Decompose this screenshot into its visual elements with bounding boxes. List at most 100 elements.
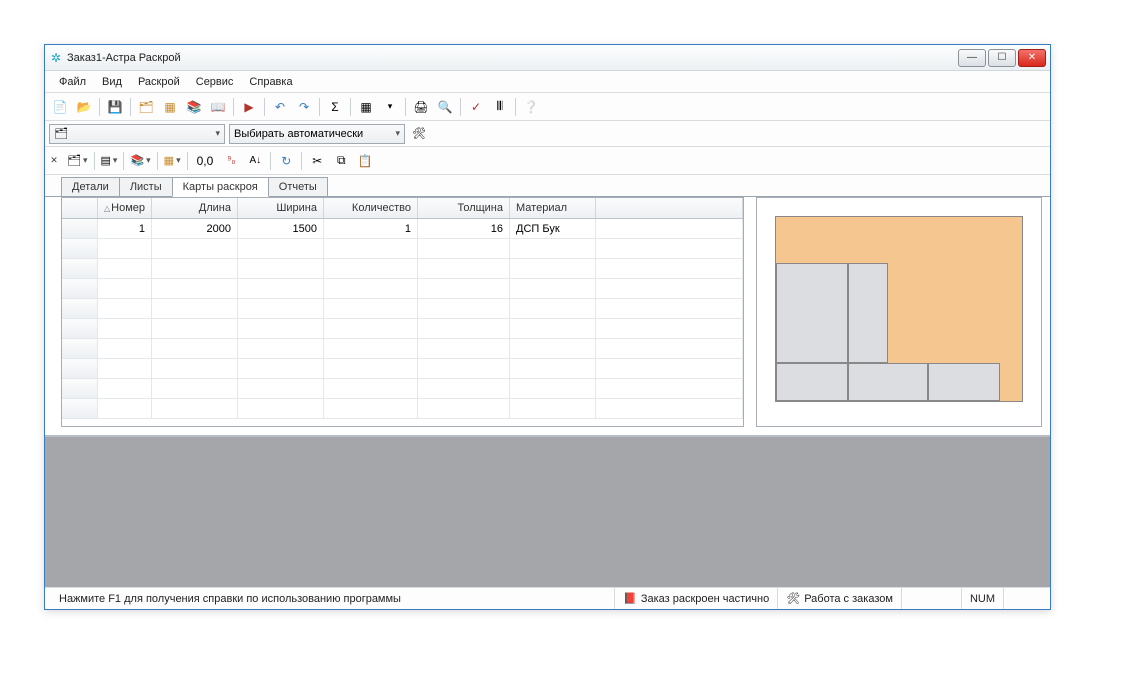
app-icon: ✲ <box>49 51 63 65</box>
tabs: Детали Листы Карты раскроя Отчеты <box>45 175 1050 197</box>
sort-az-icon[interactable]: A↓ <box>244 150 266 172</box>
table-row-empty <box>62 339 743 359</box>
menubar: Файл Вид Раскрой Сервис Справка <box>45 71 1050 93</box>
save-icon[interactable]: 💾 <box>104 96 126 118</box>
copy-icon[interactable]: ⧉ <box>330 150 352 172</box>
open-icon[interactable]: 📂 <box>73 96 95 118</box>
table-row-empty <box>62 299 743 319</box>
menu-file[interactable]: Файл <box>51 76 94 88</box>
piece <box>928 363 1000 401</box>
book-icon[interactable]: 📖 <box>207 96 229 118</box>
align-icon[interactable]: ▤▾ <box>99 150 120 172</box>
table-row-empty <box>62 399 743 419</box>
menu-view[interactable]: Вид <box>94 76 130 88</box>
layout-icon[interactable]: ▦ <box>355 96 377 118</box>
piece <box>776 363 848 401</box>
cut-preview <box>756 197 1042 427</box>
col-rest <box>596 198 743 218</box>
grid: △Номер Длина Ширина Количество Толщина М… <box>61 197 744 427</box>
table-row[interactable]: 1 2000 1500 1 16 ДСП Бук <box>62 219 743 239</box>
cell-mat: ДСП Бук <box>510 219 596 238</box>
select-toolbar: 🗂 ▾ Выбирать автоматически ▾ 🛠 <box>45 121 1050 147</box>
menu-service[interactable]: Сервис <box>188 76 242 88</box>
bars-icon[interactable]: 𝄃𝄃 <box>489 96 511 118</box>
menu-help[interactable]: Справка <box>241 76 300 88</box>
piece <box>848 363 928 401</box>
books-icon[interactable]: 📚 <box>183 96 205 118</box>
minimize-button[interactable]: — <box>958 49 986 67</box>
col-wid[interactable]: Ширина <box>238 198 324 218</box>
decimal-icon[interactable]: ⁹₀ <box>220 150 242 172</box>
table-row-empty <box>62 359 743 379</box>
col-mat[interactable]: Материал <box>510 198 596 218</box>
material-combo[interactable]: 🗂 ▾ <box>49 124 225 144</box>
layout-arrow-icon[interactable]: ▾ <box>379 96 401 118</box>
print-icon[interactable]: 🖨 <box>410 96 432 118</box>
cell-wid: 1500 <box>238 219 324 238</box>
status-num: NUM <box>962 588 1004 609</box>
tab-reports[interactable]: Отчеты <box>268 177 328 197</box>
status-partial: 📕 Заказ раскроен частично <box>615 588 778 609</box>
grid-rows: 1 2000 1500 1 16 ДСП Бук <box>62 219 743 419</box>
titlebar: ✲ Заказ1-Астра Раскрой — ☐ ✕ <box>45 45 1050 71</box>
close-button[interactable]: ✕ <box>1018 49 1046 67</box>
col-len[interactable]: Длина <box>152 198 238 218</box>
empty-area <box>45 437 1050 587</box>
grid-header: △Номер Длина Ширина Количество Толщина М… <box>62 198 743 219</box>
cell-qty: 1 <box>324 219 418 238</box>
sheet <box>775 216 1023 402</box>
col-thick[interactable]: Толщина <box>418 198 510 218</box>
status-help: Нажмите F1 для получения справки по испо… <box>51 588 615 609</box>
table-row-empty <box>62 279 743 299</box>
new-icon[interactable]: 📄 <box>49 96 71 118</box>
help-icon[interactable]: ❔ <box>520 96 542 118</box>
table-row-empty <box>62 259 743 279</box>
redo-icon[interactable]: ↷ <box>293 96 315 118</box>
play-icon[interactable]: ▶ <box>238 96 260 118</box>
table-row-empty <box>62 379 743 399</box>
table-icon[interactable]: ▦▾ <box>162 150 183 172</box>
sigma-icon[interactable]: Σ <box>324 96 346 118</box>
panel-close-icon[interactable]: ✕ <box>49 156 59 166</box>
auto-select-label: Выбирать автоматически <box>234 128 363 140</box>
row-header-corner <box>62 198 98 218</box>
maximize-button[interactable]: ☐ <box>988 49 1016 67</box>
undo-icon[interactable]: ↶ <box>269 96 291 118</box>
preview-icon[interactable]: 🔍 <box>434 96 456 118</box>
tab-details[interactable]: Детали <box>61 177 120 197</box>
stock-icon[interactable]: 🗂▾ <box>65 150 90 172</box>
check-icon[interactable]: ✓ <box>465 96 487 118</box>
mode-00-label[interactable]: 0,0 <box>192 150 219 172</box>
tab-sheets[interactable]: Листы <box>119 177 173 197</box>
content-area: Детали Листы Карты раскроя Отчеты △Номер… <box>45 175 1050 437</box>
hammer-icon[interactable]: 🛠 <box>409 124 429 144</box>
table-area: △Номер Длина Ширина Количество Толщина М… <box>45 196 1050 435</box>
chevron-down-icon: ▾ <box>391 128 400 139</box>
panel-toolbar: ✕ 🗂▾ ▤▾ 📚▾ ▦▾ 0,0 ⁹₀ A↓ ↻ ✂ ⧉ 📋 <box>45 147 1050 175</box>
piece <box>848 263 888 363</box>
paste-icon[interactable]: 📋 <box>354 150 376 172</box>
sort-asc-icon: △ <box>104 204 110 213</box>
tab-maps[interactable]: Карты раскроя <box>172 177 269 197</box>
box-icon[interactable]: 🗂 <box>135 96 157 118</box>
material-icon: 🗂 <box>54 127 68 140</box>
book-icon: 📕 <box>623 592 637 605</box>
refresh-icon[interactable]: ↻ <box>275 150 297 172</box>
piece <box>776 263 848 363</box>
col-qty[interactable]: Количество <box>324 198 418 218</box>
window-title: Заказ1-Астра Раскрой <box>67 52 958 64</box>
chevron-down-icon: ▾ <box>211 128 220 139</box>
grid-icon[interactable]: ▦ <box>159 96 181 118</box>
app-window: ✲ Заказ1-Астра Раскрой — ☐ ✕ Файл Вид Ра… <box>44 44 1051 610</box>
layers-icon[interactable]: 📚▾ <box>128 150 152 172</box>
table-row-empty <box>62 319 743 339</box>
cell-thick: 16 <box>418 219 510 238</box>
table-row-empty <box>62 239 743 259</box>
col-num[interactable]: △Номер <box>98 198 152 218</box>
cut-icon[interactable]: ✂ <box>306 150 328 172</box>
menu-raskroy[interactable]: Раскрой <box>130 76 188 88</box>
status-work: 🛠 Работа с заказом <box>778 588 902 609</box>
auto-select-combo[interactable]: Выбирать автоматически ▾ <box>229 124 405 144</box>
main-toolbar: 📄 📂 💾 🗂 ▦ 📚 📖 ▶ ↶ ↷ Σ ▦ ▾ 🖨 🔍 ✓ 𝄃𝄃 ❔ <box>45 93 1050 121</box>
cell-len: 2000 <box>152 219 238 238</box>
